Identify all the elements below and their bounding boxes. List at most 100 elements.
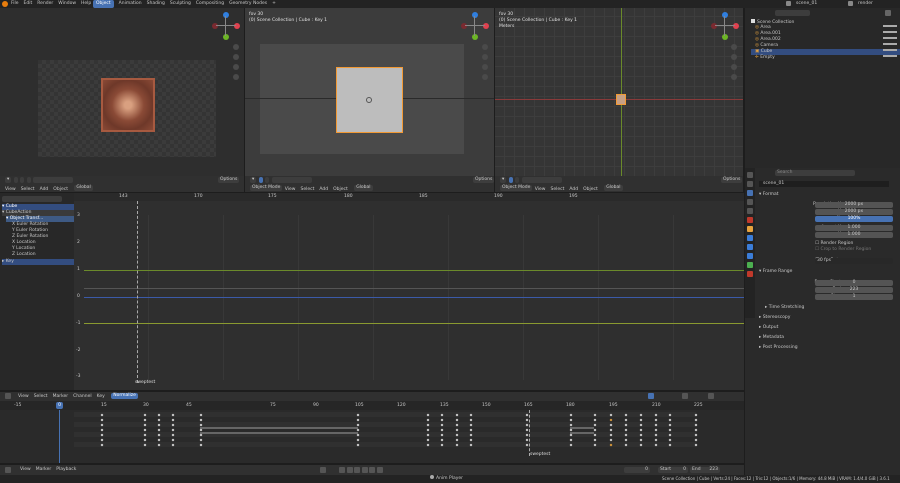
- tab-object[interactable]: Object: [93, 0, 114, 8]
- axis-neg-x-icon[interactable]: [711, 23, 717, 29]
- axis-y-icon[interactable]: [472, 34, 478, 40]
- axis-x-icon[interactable]: [483, 23, 489, 29]
- snap-icon[interactable]: [682, 393, 688, 399]
- zoom-icon[interactable]: [233, 44, 239, 50]
- curve-x-location[interactable]: [84, 270, 744, 271]
- menu-view[interactable]: View: [20, 466, 31, 474]
- output-tab-icon[interactable]: [747, 190, 753, 196]
- properties-tabs[interactable]: [745, 168, 755, 318]
- select-mode-icon[interactable]: [515, 177, 520, 183]
- curve-x-rotation[interactable]: [84, 288, 744, 289]
- editor-type-icon[interactable]: [5, 393, 11, 399]
- dopesheet[interactable]: -15 15 30 45 75 90 105 120 135 150 165 1…: [0, 401, 744, 463]
- outliner-filter-field[interactable]: [775, 10, 810, 16]
- viewport-center[interactable]: fov 30 (0) Scene Collection | Cube : Key…: [245, 8, 494, 176]
- tab-shading[interactable]: Shading: [147, 0, 165, 8]
- pan-hand-icon[interactable]: [731, 54, 737, 60]
- perspective-icon[interactable]: [233, 74, 239, 80]
- filter-icon[interactable]: [648, 393, 654, 399]
- marker-label[interactable]: sweptest: [530, 452, 550, 457]
- select-mode-icon[interactable]: [265, 177, 270, 183]
- camera-view-icon[interactable]: [731, 64, 737, 70]
- res-percent-field[interactable]: 100%: [815, 216, 893, 222]
- menu-edit[interactable]: Edit: [24, 0, 33, 8]
- keyframe[interactable]: [694, 428, 698, 432]
- menu-help[interactable]: Help: [81, 0, 91, 8]
- menu-marker[interactable]: Marker: [53, 393, 69, 401]
- curve-z-rotation[interactable]: [84, 323, 744, 324]
- blender-logo-icon[interactable]: [2, 1, 8, 7]
- object-tab-icon[interactable]: [747, 226, 753, 232]
- zoom-icon[interactable]: [731, 44, 737, 50]
- axis-y-icon[interactable]: [223, 34, 229, 40]
- output-panel[interactable]: ▸ Output: [759, 325, 778, 331]
- keyframe[interactable]: [694, 438, 698, 442]
- axis-y-icon[interactable]: [722, 34, 728, 40]
- visibility-column[interactable]: [883, 25, 897, 61]
- material-tab-icon[interactable]: [747, 271, 753, 277]
- search-field[interactable]: [33, 177, 74, 183]
- data-tab-icon[interactable]: [747, 262, 753, 268]
- menu-view[interactable]: View: [18, 393, 29, 401]
- outliner-item[interactable]: ✛ Empty: [755, 55, 900, 61]
- tab-animation[interactable]: Animation: [119, 0, 142, 8]
- viewport-right[interactable]: fov 30 (0) Scene Collection | Cube : Key…: [495, 8, 743, 176]
- search-field[interactable]: [521, 177, 562, 183]
- menu-window[interactable]: Window: [58, 0, 76, 8]
- frame-range-panel-header[interactable]: ▾ Frame Range: [759, 269, 792, 275]
- scene-tab-icon[interactable]: [747, 208, 753, 214]
- crop-checkbox[interactable]: ☐ Crop to Render Region: [815, 247, 871, 253]
- gizmo-axes[interactable]: [461, 12, 489, 40]
- pan-hand-icon[interactable]: [482, 54, 488, 60]
- keyframe[interactable]: [694, 413, 698, 417]
- axis-z-icon[interactable]: [472, 12, 478, 18]
- graph-editor[interactable]: ▾ Cube ▾ CubeAction ▾ Object Transf... X…: [0, 193, 744, 390]
- format-panel-header[interactable]: ▾ Format: [759, 192, 779, 198]
- object-mode-select[interactable]: Object Mode: [500, 185, 533, 191]
- search-field[interactable]: [271, 177, 312, 183]
- curve-y-location[interactable]: [84, 297, 744, 298]
- jump-start-icon[interactable]: [339, 467, 346, 473]
- constraints-tab-icon[interactable]: [747, 253, 753, 259]
- axis-x-icon[interactable]: [733, 23, 739, 29]
- axis-neg-x-icon[interactable]: [461, 23, 467, 29]
- axis-z-icon[interactable]: [223, 12, 229, 18]
- camera-view-icon[interactable]: [233, 64, 239, 70]
- start-frame-field[interactable]: Start 0: [658, 467, 688, 473]
- viewport-options-button[interactable]: Options: [218, 177, 240, 183]
- view-layer-selector[interactable]: render: [858, 0, 873, 8]
- menu-file[interactable]: File: [11, 0, 19, 8]
- menu-key[interactable]: Key: [97, 393, 105, 401]
- tab-compositing[interactable]: Compositing: [196, 0, 224, 8]
- metadata-panel[interactable]: ▸ Metadata: [759, 335, 784, 341]
- gizmo-axes[interactable]: [212, 12, 240, 40]
- select-mode-icon[interactable]: [13, 177, 18, 183]
- prev-key-icon[interactable]: [346, 467, 353, 473]
- pan-hand-icon[interactable]: [233, 54, 239, 60]
- scene-name-field[interactable]: scene_01: [759, 181, 889, 187]
- gizmo-axes[interactable]: [711, 12, 739, 40]
- keyframe[interactable]: [694, 433, 698, 437]
- keyframe[interactable]: [694, 423, 698, 427]
- world-tab-icon[interactable]: [747, 217, 753, 223]
- dopesheet-ruler[interactable]: -15 15 30 45 75 90 105 120 135 150 165 1…: [0, 401, 744, 410]
- perspective-icon[interactable]: [482, 74, 488, 80]
- render-tab-icon[interactable]: [747, 181, 753, 187]
- aspect-y-field[interactable]: 1.000: [815, 232, 893, 238]
- filter-icon[interactable]: [885, 10, 891, 16]
- select-mode-icon[interactable]: [258, 177, 263, 183]
- anim-player-status[interactable]: Anim Player: [430, 475, 463, 483]
- jump-end-icon[interactable]: [376, 467, 383, 473]
- viewport-options-button[interactable]: Options: [721, 177, 743, 183]
- camera-view-icon[interactable]: [482, 64, 488, 70]
- cube-object[interactable]: [616, 94, 626, 105]
- normalize-toggle[interactable]: Normalize: [111, 392, 138, 399]
- frame-end-field[interactable]: 223: [815, 287, 893, 293]
- perspective-icon[interactable]: [731, 74, 737, 80]
- time-stretching-panel[interactable]: ▸ Time Stretching: [765, 305, 804, 311]
- viewport-options-button[interactable]: Options: [473, 177, 495, 183]
- keyframe[interactable]: [694, 443, 698, 447]
- axis-z-icon[interactable]: [722, 12, 728, 18]
- zoom-icon[interactable]: [482, 44, 488, 50]
- menu-render[interactable]: Render: [37, 0, 53, 8]
